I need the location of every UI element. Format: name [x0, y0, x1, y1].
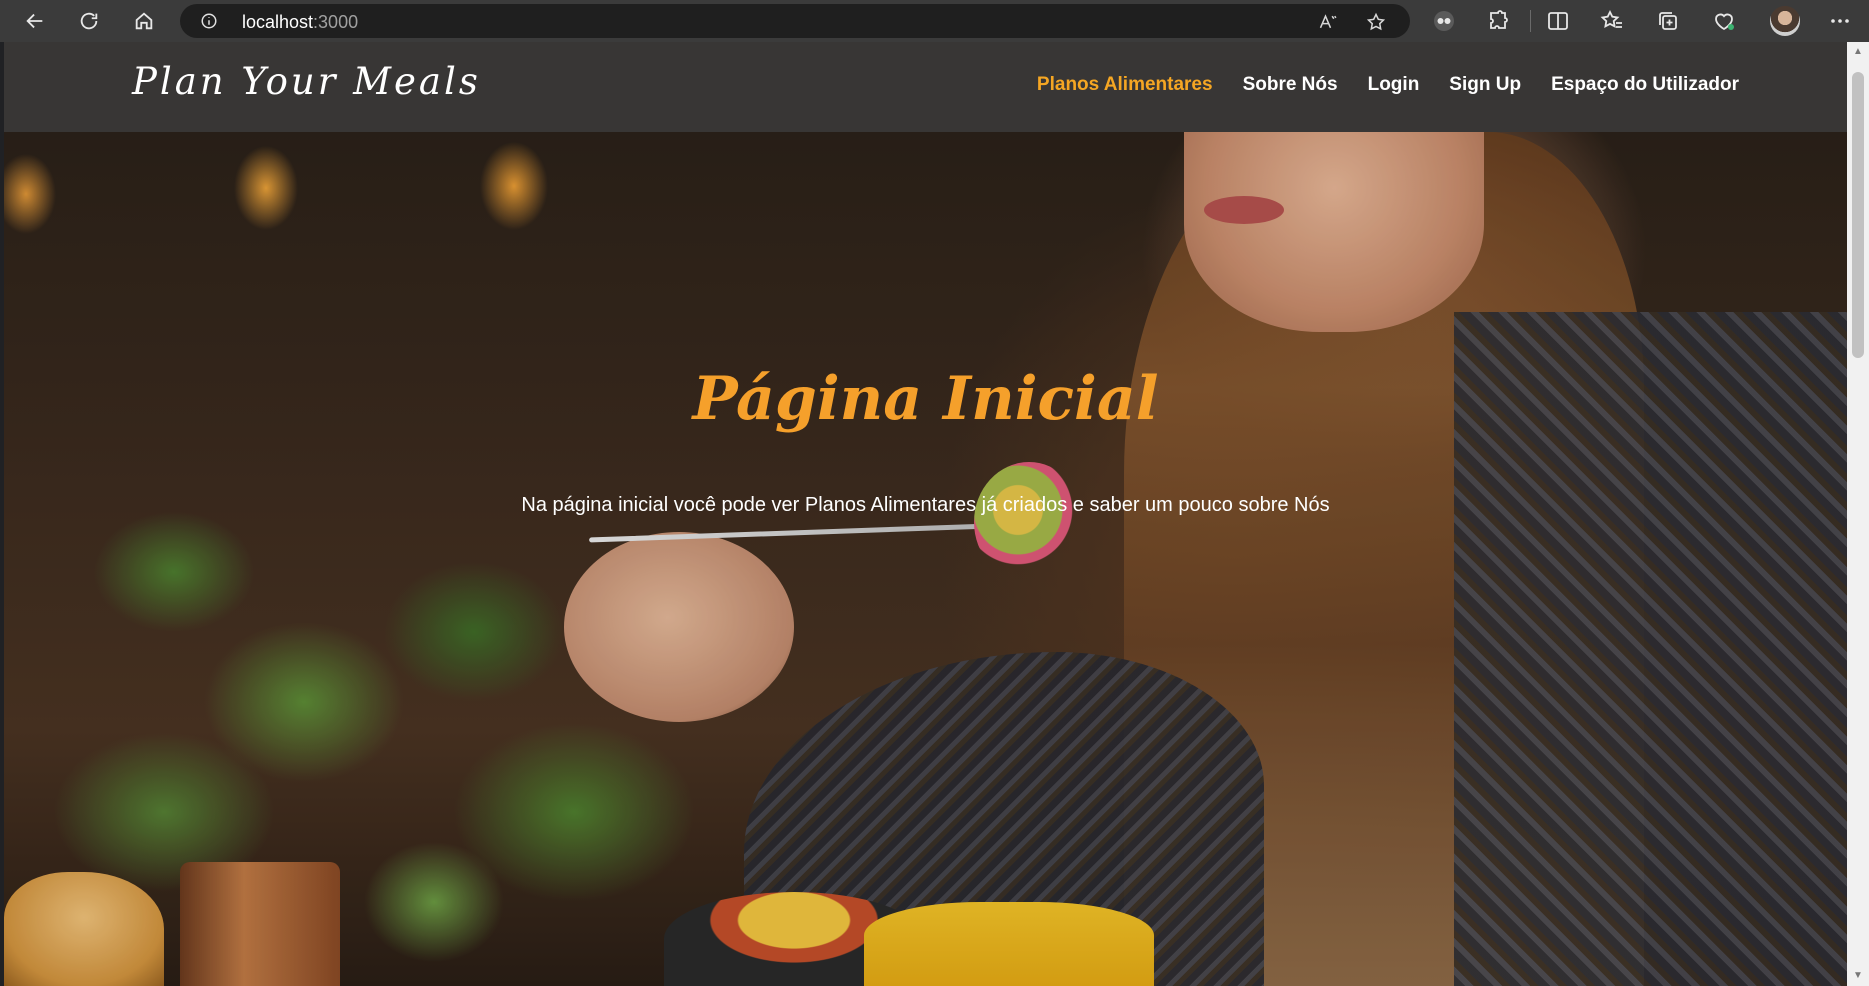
site-info-icon[interactable] [200, 12, 218, 30]
toolbar-divider [1530, 10, 1531, 32]
site-navbar: Plan Your Meals Planos Alimentares Sobre… [4, 42, 1847, 132]
favorites-icon[interactable] [1600, 9, 1624, 33]
browser-toolbar: localhost:3000 [0, 0, 1869, 42]
site-logo[interactable]: Plan Your Meals [132, 60, 481, 103]
page-viewport: Plan Your Meals Planos Alimentares Sobre… [4, 42, 1847, 986]
nav-link-sobre-nos[interactable]: Sobre Nós [1243, 74, 1338, 96]
nav-link-sign-up[interactable]: Sign Up [1449, 74, 1521, 96]
address-bar[interactable]: localhost:3000 [180, 4, 1410, 38]
nav-links: Planos Alimentares Sobre Nós Login Sign … [1037, 74, 1739, 96]
extension-glasses-icon[interactable] [1432, 9, 1456, 33]
refresh-icon[interactable] [72, 4, 106, 38]
scroll-up-icon[interactable]: ▲ [1852, 46, 1864, 58]
nav-link-espaco-utilizador[interactable]: Espaço do Utilizador [1551, 74, 1739, 96]
hero-overlay [4, 132, 1847, 986]
hero-section: Página Inicial Na página inicial você po… [4, 132, 1847, 986]
url-text[interactable]: localhost:3000 [242, 12, 358, 33]
nav-link-login[interactable]: Login [1368, 74, 1420, 96]
split-screen-icon[interactable] [1546, 9, 1570, 33]
scrollbar-thumb[interactable] [1852, 72, 1864, 358]
extensions-puzzle-icon[interactable] [1486, 9, 1510, 33]
back-icon[interactable] [18, 4, 52, 38]
browser-essentials-icon[interactable] [1712, 9, 1736, 33]
nav-link-planos-alimentares[interactable]: Planos Alimentares [1037, 74, 1213, 96]
read-aloud-icon[interactable] [1318, 12, 1338, 32]
more-menu-icon[interactable] [1828, 9, 1852, 33]
scroll-down-icon[interactable]: ▼ [1852, 970, 1864, 982]
favorite-star-icon[interactable] [1366, 12, 1386, 32]
collections-icon[interactable] [1656, 9, 1680, 33]
page-title: Página Inicial [692, 364, 1159, 434]
home-icon[interactable] [127, 4, 161, 38]
page-subtitle: Na página inicial você pode ver Planos A… [521, 494, 1330, 516]
profile-avatar[interactable] [1770, 6, 1800, 36]
